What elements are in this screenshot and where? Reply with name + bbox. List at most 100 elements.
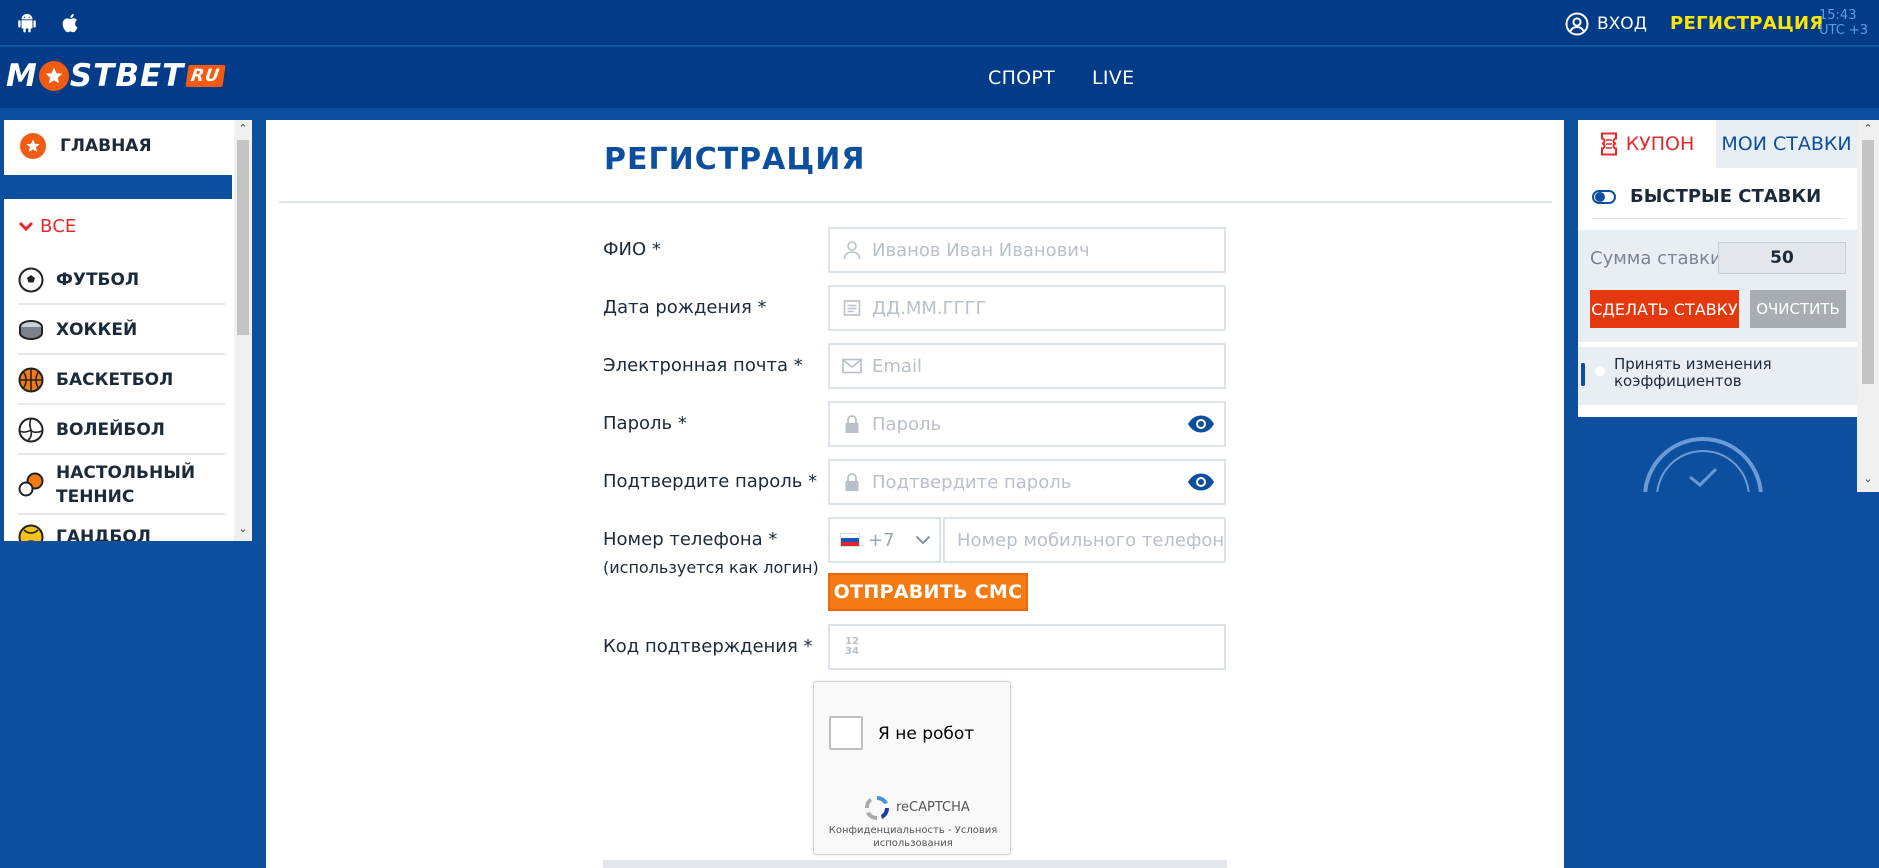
tab-my-bets[interactable]: МОИ СТАВКИ [1716,120,1857,168]
logo[interactable]: M STBET RU [6,58,226,94]
recaptcha-logo-icon [862,793,892,823]
login-label: ВХОД [1597,14,1647,34]
quick-bets-label: БЫСТРЫЕ СТАВКИ [1630,186,1822,207]
russia-flag-icon [840,533,860,547]
logo-badge: RU [185,65,226,87]
sidebar-item-home[interactable]: ГЛАВНАЯ [4,120,232,172]
phone-number-field[interactable]: Номер мобильного телефона [943,517,1226,563]
recaptcha-separator: - [944,825,955,836]
register-button[interactable]: РЕГИСТРАЦИЯ [1670,13,1824,34]
recaptcha-widget: Я не робот reCAPTCHA Конфиденциальность … [813,681,1011,855]
email-placeholder: Email [872,355,922,377]
sidebar-scrollbar[interactable]: ⌃ ⌄ [234,120,252,541]
recaptcha-links: Конфиденциальность - Условия использован… [814,824,1012,850]
scroll-up-icon[interactable]: ⌃ [234,122,252,135]
confirm-password-placeholder: Подтвердите пароль [872,471,1072,493]
registration-panel: РЕГИСТРАЦИЯ ФИО * Иванов Иван Иванович Д… [266,120,1564,868]
apple-icon[interactable] [58,10,84,36]
scroll-up-icon[interactable]: ⌃ [1859,122,1877,135]
stake-input[interactable]: 50 [1718,242,1846,274]
confirmation-code-label: Код подтверждения * [603,636,813,657]
android-icon[interactable] [14,10,40,36]
quick-bets-divider [1592,218,1846,219]
sidebar-item-label: ФУТБОЛ [56,270,140,290]
make-bet-button[interactable]: СДЕЛАТЬ СТАВКУ [1590,290,1739,328]
sidebar-item-table-tennis[interactable]: НАСТОЛЬНЫЙ ТЕННИС [18,457,225,515]
accept-changes-label: Принять изменения коэффициентов [1614,355,1772,390]
sidebar-home-label: ГЛАВНАЯ [60,136,152,156]
clock-timezone: UTC +3 [1819,23,1869,38]
bookmaker-seal-icon [1643,437,1763,492]
tab-coupon[interactable]: КУПОН [1578,120,1716,168]
envelope-icon [842,356,862,376]
country-code-value: +7 [868,529,895,551]
show-confirm-password-eye-icon[interactable] [1186,472,1216,492]
sidebar-item-label: ХОККЕЙ [56,320,138,340]
phone-label: Номер телефона * [603,529,778,550]
recaptcha-privacy-link[interactable]: Конфиденциальность [829,825,945,836]
confirm-password-field[interactable]: Подтвердите пароль [828,459,1226,505]
page-title: РЕГИСТРАЦИЯ [604,142,866,177]
sidebar-item-volleyball[interactable]: ВОЛЕЙБОЛ [18,407,225,455]
lock-icon [842,414,862,434]
scrollbar-thumb[interactable] [1862,140,1874,384]
birthdate-placeholder: ДД.ММ.ГГГГ [872,297,987,319]
login-button[interactable]: ВХОД [1565,12,1647,36]
sidebar-item-handball[interactable]: ГАНДБОЛ [18,517,225,541]
birthdate-label: Дата рождения * [603,297,767,318]
header: M STBET RU СПОРТ LIVE [0,47,1879,108]
sidebar-item-label: ГАНДБОЛ [56,527,151,541]
sidebar-item-label: ВОЛЕЙБОЛ [56,420,165,440]
clear-button[interactable]: ОЧИСТИТЬ [1750,290,1846,328]
table-tennis-icon [18,472,44,498]
volleyball-icon [18,417,44,443]
name-field[interactable]: Иванов Иван Иванович [828,227,1226,273]
promo-banner[interactable] [1578,417,1857,492]
sidebar-all-toggle[interactable]: ВСЕ [18,216,76,237]
scrollbar-thumb[interactable] [237,140,249,335]
phone-sublabel: (используется как логин) [603,558,819,577]
nav-sport[interactable]: СПОРТ [988,67,1055,89]
nav-live[interactable]: LIVE [1092,67,1134,89]
numbers-icon-bottom: 34 [845,646,859,657]
password-label: Пароль * [603,413,687,434]
toggle-knob [1595,191,1605,202]
calendar-icon [842,298,862,318]
quick-bets-toggle[interactable] [1592,189,1616,204]
email-field[interactable]: Email [828,343,1226,389]
tab-coupon-label: КУПОН [1625,133,1695,155]
form-bottom-bar [603,860,1227,868]
scroll-down-icon[interactable]: ⌄ [234,522,252,535]
country-code-select[interactable]: +7 [828,517,941,563]
bet-slip-scrollbar[interactable]: ⌃ ⌄ [1857,120,1879,492]
sidebar-item-football[interactable]: ФУТБОЛ [18,257,225,305]
clock: 15:43 UTC +3 [1819,8,1868,38]
password-field[interactable]: Пароль [828,401,1226,447]
user-circle-icon [1565,12,1589,36]
sidebar-item-label: НАСТОЛЬНЫЙ ТЕННИС [56,463,196,507]
clock-time: 15:43 [1819,8,1857,23]
scroll-down-icon[interactable]: ⌄ [1859,472,1877,485]
chevron-down-icon [18,221,34,231]
accept-changes-toggle[interactable] [1581,363,1605,386]
bet-slip-panel: КУПОН МОИ СТАВКИ БЫСТРЫЕ СТАВКИ Сумма ст… [1578,120,1879,492]
recaptcha-label: Я не робот [878,724,975,744]
football-icon [18,267,44,293]
recaptcha-checkbox[interactable] [829,716,863,750]
stake-label: Сумма ставки [1590,248,1722,269]
phone-placeholder: Номер мобильного телефона [957,529,1224,551]
sports-sidebar: ГЛАВНАЯ ВСЕ ФУТБОЛ ХОККЕЙ БАСКЕТБОЛ ВОЛЕ… [4,120,252,541]
numbers-icon: 12 34 [842,637,862,657]
logo-star-icon [38,61,69,91]
email-label: Электронная почта * [603,355,803,376]
password-placeholder: Пароль [872,413,942,435]
confirmation-code-field[interactable]: 12 34 [828,624,1226,670]
birthdate-field[interactable]: ДД.ММ.ГГГГ [828,285,1226,331]
logo-text-left: M [6,58,38,94]
show-password-eye-icon[interactable] [1186,414,1216,434]
send-sms-button[interactable]: ОТПРАВИТЬ СМС [828,573,1028,611]
hockey-puck-icon [18,317,44,343]
sidebar-item-basketball[interactable]: БАСКЕТБОЛ [18,357,225,405]
logo-text-right: STBET [69,58,185,94]
sidebar-item-hockey[interactable]: ХОККЕЙ [18,307,225,355]
